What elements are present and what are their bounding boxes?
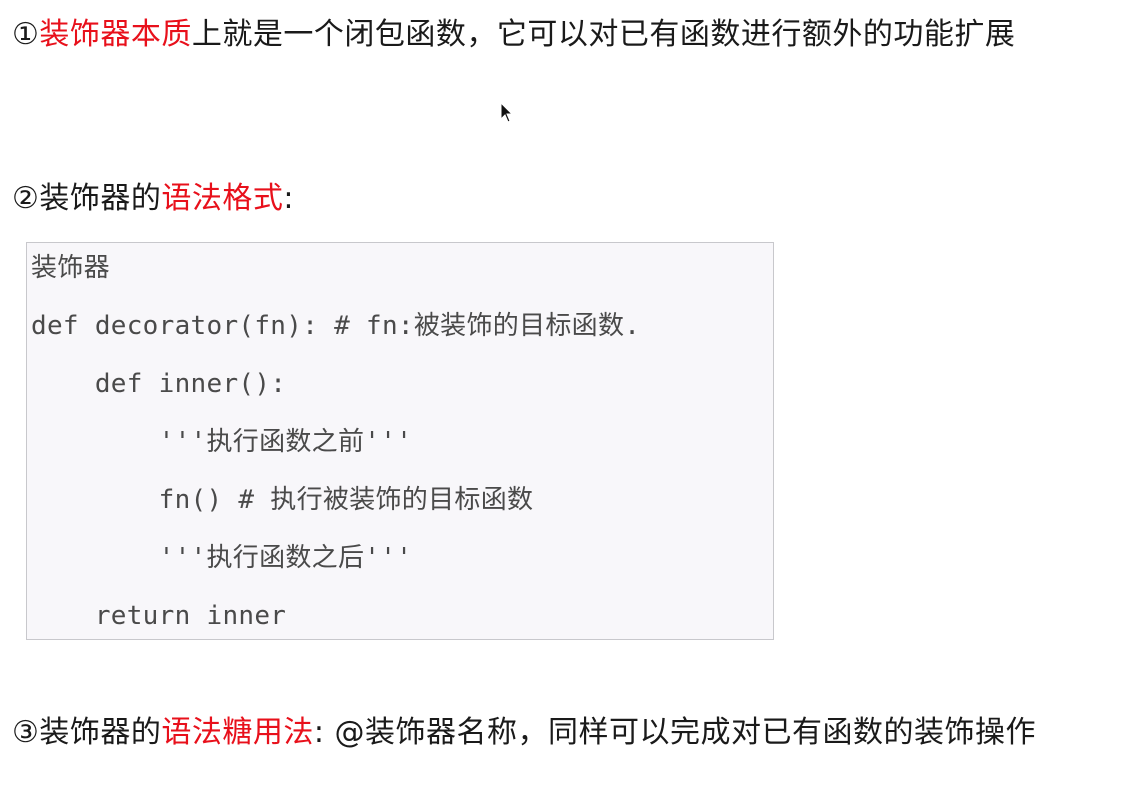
point-1-text: 上就是一个闭包函数，它可以对已有函数进行额外的功能扩展 bbox=[191, 17, 1016, 52]
point-3: ③装饰器的语法糖用法: @装饰器名称，同样可以完成对已有函数的装饰操作 bbox=[12, 712, 1122, 754]
point-2: ②装饰器的语法格式: bbox=[12, 178, 1122, 220]
point-1: ①装饰器本质上就是一个闭包函数，它可以对已有函数进行额外的功能扩展 bbox=[12, 14, 1122, 56]
point-2-highlight: 语法格式 bbox=[161, 181, 284, 216]
point-2-number: ② bbox=[12, 181, 40, 216]
point-3-number: ③ bbox=[12, 715, 40, 750]
code-line-after-comment: '''执行函数之后''' bbox=[31, 543, 413, 573]
point-3-text-pre: 装饰器的 bbox=[39, 715, 162, 750]
code-line-def-inner: def inner(): bbox=[31, 369, 287, 399]
code-line-call-fn: fn() # 执行被装饰的目标函数 bbox=[31, 485, 534, 515]
point-1-number: ① bbox=[12, 17, 40, 52]
point-2-text-post: : bbox=[283, 181, 295, 216]
code-line-def-decorator: def decorator(fn): # fn:被装饰的目标函数. bbox=[31, 311, 641, 341]
point-3-text-post: : @装饰器名称，同样可以完成对已有函数的装饰操作 bbox=[313, 715, 1037, 750]
code-line-return: return inner bbox=[31, 601, 287, 631]
point-2-text-pre: 装饰器的 bbox=[39, 181, 162, 216]
code-block: 装饰器 def decorator(fn): # fn:被装饰的目标函数. de… bbox=[26, 242, 774, 640]
point-3-highlight: 语法糖用法 bbox=[161, 715, 314, 750]
code-line-title: 装饰器 bbox=[31, 253, 110, 283]
point-1-highlight: 装饰器本质 bbox=[39, 17, 192, 52]
mouse-pointer-icon bbox=[500, 102, 514, 123]
code-line-before-comment: '''执行函数之前''' bbox=[31, 427, 413, 457]
